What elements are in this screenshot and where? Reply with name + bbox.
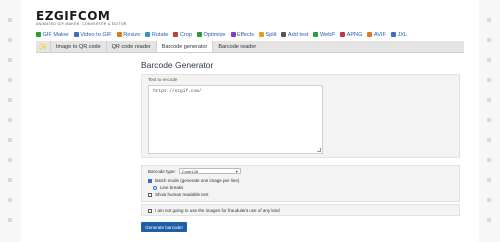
generate-barcode-button[interactable]: Generate barcode!: [141, 222, 187, 232]
magic-wand-icon: ✨: [38, 43, 48, 51]
topnav-item-avif[interactable]: AVIF: [367, 32, 386, 38]
format-row: Barcode type: Code128 ▾: [148, 168, 241, 174]
format-label: Barcode type:: [148, 168, 176, 174]
topnav-item-label: JXL: [397, 31, 408, 38]
optimize-icon: [196, 32, 202, 37]
topnav-item-label: APNG: [346, 31, 363, 38]
apng-icon: [340, 32, 346, 37]
add-text-icon: [281, 32, 287, 37]
chevron-down-icon: ▾: [235, 168, 238, 174]
topnav-item-label: Optimize: [203, 31, 226, 38]
format-select-value: Code128: [181, 168, 199, 174]
effects-icon: [230, 32, 236, 37]
line-breaks-label: Line breaks: [160, 185, 184, 190]
tab-barcode-generator[interactable]: Barcode generator: [155, 41, 213, 52]
topnav-item-split[interactable]: Split: [259, 32, 276, 38]
resize-icon: [116, 32, 122, 37]
terms-label: I am not going to use the images for fra…: [155, 208, 280, 213]
topnav-item-webp[interactable]: WebP: [313, 32, 335, 38]
topnav-item-optimize[interactable]: Optimize: [196, 31, 226, 38]
right-decorative-stripe: [479, 0, 500, 242]
topnav-item-label: Rotate: [151, 31, 169, 38]
topnav-item-video-to-gif[interactable]: Video to GIF: [73, 31, 112, 38]
terms-row[interactable]: I am not going to use the images for fra…: [148, 208, 280, 213]
topnav-item-resize[interactable]: Resize: [116, 31, 141, 38]
batch-mode-label: Batch mode (generate one image per line): [155, 178, 240, 183]
jxl-icon: [390, 32, 396, 37]
webp-icon: [313, 32, 319, 37]
page-title: Barcode Generator: [141, 60, 214, 70]
option-linebreak-row[interactable]: Line breaks: [153, 185, 183, 190]
topnav-item-effects[interactable]: Effects: [230, 31, 255, 38]
topnav-item-label: Video to GIF: [80, 31, 112, 38]
topnav-item-apng[interactable]: APNG: [340, 32, 362, 38]
site-logo[interactable]: EZGIFCOM: [36, 9, 110, 23]
tab-image-to-qr-code[interactable]: Image to QR code: [50, 41, 106, 52]
topnav-item-label: AVIF: [373, 31, 386, 38]
text-field-label: Text to encode: [148, 77, 178, 82]
topnav-item-rotate[interactable]: Rotate: [145, 32, 168, 38]
text-input-panel: Text to encode https://ezgif.com/: [141, 74, 460, 158]
terms-panel: I am not going to use the images for fra…: [141, 204, 460, 216]
text-to-encode-value: https://ezgif.com/: [153, 89, 202, 94]
batch-mode-checkbox[interactable]: [148, 178, 152, 183]
format-select[interactable]: Code128 ▾: [178, 168, 241, 174]
option-batch-row[interactable]: Batch mode (generate one image per line): [148, 178, 239, 183]
topnav-item-label: Split: [265, 31, 277, 38]
human-readable-label: Show human readable text: [155, 192, 209, 197]
tab-qr-code-reader[interactable]: QR code reader: [105, 41, 156, 52]
topnav-item-label: Resize: [123, 31, 141, 38]
topnav-item-jxl[interactable]: JXL: [390, 31, 408, 38]
topnav-item-gif-maker[interactable]: GIF Maker: [36, 32, 69, 38]
text-to-encode-input[interactable]: https://ezgif.com/: [148, 85, 323, 154]
site-tagline: ANIMATED GIF MAKER, CONVERTER & EDITOR: [36, 22, 127, 26]
split-icon: [259, 32, 265, 37]
tab-barcode-reader[interactable]: Barcode reader: [212, 41, 261, 52]
line-breaks-radio[interactable]: [153, 185, 157, 190]
gif-maker-icon: [36, 32, 41, 37]
top-navigation: GIF Maker Video to GIF Resize Rotate Crop Opt…: [36, 30, 476, 39]
video-to-gif-icon: [73, 32, 79, 37]
crop-icon: [173, 32, 179, 37]
tool-subnav: ✨ Image to QR code QR code reader Barcode …: [36, 41, 464, 53]
left-decorative-stripe: [0, 0, 21, 242]
topnav-item-crop[interactable]: Crop: [173, 32, 192, 38]
topnav-item-label: Add text: [287, 31, 309, 38]
terms-checkbox[interactable]: [148, 208, 152, 213]
human-readable-checkbox[interactable]: [148, 192, 152, 197]
avif-icon: [367, 32, 373, 37]
topnav-item-label: Effects: [237, 31, 255, 38]
topnav-item-label: GIF Maker: [42, 31, 69, 38]
topnav-item-label: WebP: [319, 31, 336, 38]
rotate-icon: [145, 32, 151, 37]
topnav-item-add-text[interactable]: Add text: [281, 32, 308, 38]
resize-handle-icon[interactable]: [317, 148, 321, 152]
option-human-readable-row[interactable]: Show human readable text: [148, 192, 209, 197]
topnav-item-label: Crop: [179, 31, 192, 38]
options-panel: Barcode type: Code128 ▾ Batch mode (gene…: [141, 165, 460, 202]
